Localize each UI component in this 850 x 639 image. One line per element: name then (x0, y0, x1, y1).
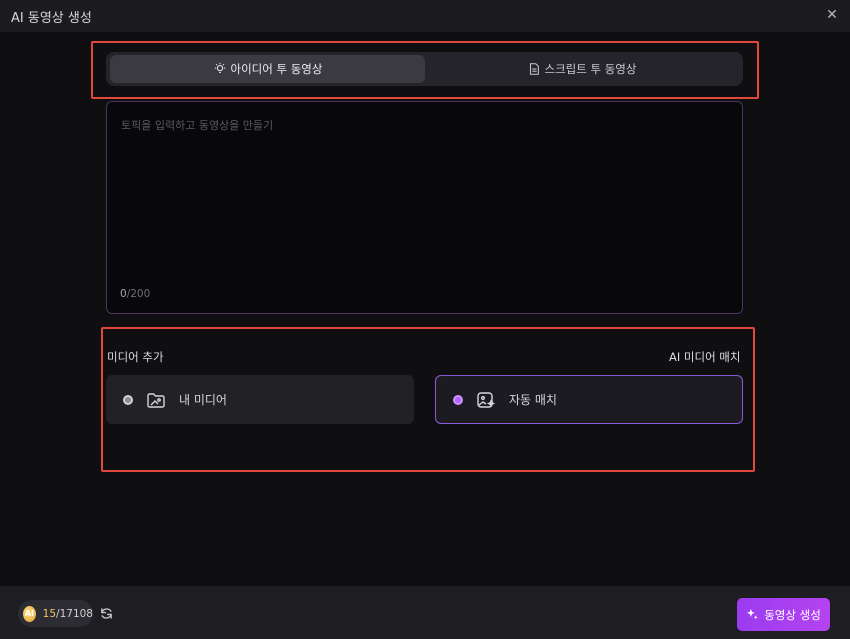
credits-badge[interactable]: AI 15/17108 (18, 600, 93, 627)
coin-icon: AI (23, 605, 36, 622)
topic-placeholder: 토픽을 입력하고 동영상을 만들기 (121, 119, 274, 132)
ai-media-match-label: AI 미디어 매치 (669, 350, 741, 364)
refresh-icon[interactable] (99, 606, 114, 621)
tab-script-to-video[interactable]: 스크립트 투 동영상 (424, 55, 739, 83)
auto-match-label: 자동 매치 (509, 393, 557, 407)
credits-used: 15 (42, 607, 57, 620)
generate-video-button[interactable]: 동영상 생성 (737, 598, 830, 631)
char-count-max: /200 (126, 288, 151, 300)
title-bar: AI 동영상 생성 ✕ (0, 0, 850, 32)
folder-image-icon (147, 392, 165, 408)
credits-total: /17108 (56, 607, 93, 620)
window-title: AI 동영상 생성 (11, 11, 92, 26)
tab-label: 아이디어 투 동영상 (230, 62, 323, 76)
media-section-label: 미디어 추가 (107, 350, 164, 364)
char-counter: 0/200 (120, 288, 150, 300)
document-icon (529, 63, 539, 75)
my-media-label: 내 미디어 (179, 393, 227, 407)
my-media-option[interactable]: 내 미디어 (106, 375, 414, 424)
tab-idea-to-video[interactable]: 아이디어 투 동영상 (110, 55, 425, 83)
sparkle-icon (747, 608, 758, 620)
mode-tabs: 아이디어 투 동영상 스크립트 투 동영상 (106, 52, 743, 86)
auto-match-option[interactable]: 자동 매치 (435, 375, 743, 424)
tab-label: 스크립트 투 동영상 (544, 62, 637, 76)
lightbulb-icon (214, 62, 225, 74)
radio-selected[interactable] (453, 394, 463, 405)
char-count-current: 0 (120, 288, 127, 300)
footer-bar: AI 15/17108 (0, 586, 850, 639)
credit-count: 15/17108 (43, 608, 93, 620)
generate-label: 동영상 생성 (764, 607, 821, 622)
topic-input[interactable]: 토픽을 입력하고 동영상을 만들기 0/200 (106, 101, 743, 314)
image-sparkle-icon (477, 391, 496, 408)
radio-unselected[interactable] (123, 394, 133, 405)
close-icon[interactable]: ✕ (823, 6, 841, 24)
